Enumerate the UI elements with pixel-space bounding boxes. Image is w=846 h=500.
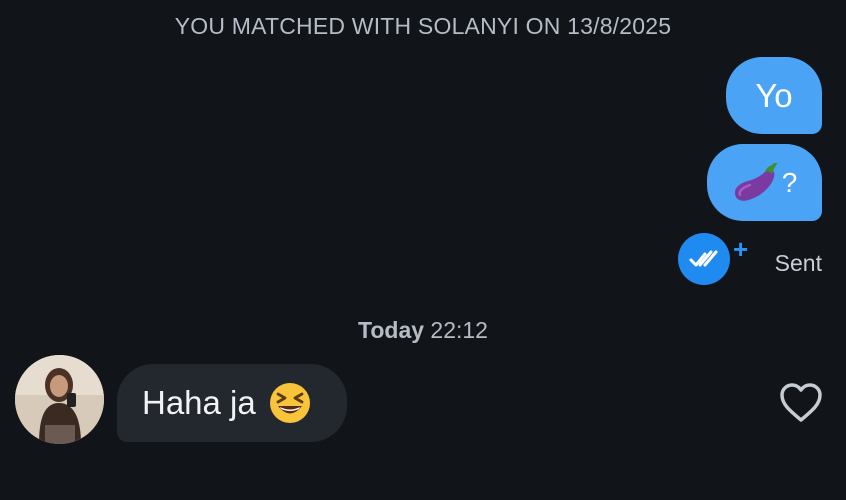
divider-time: 22:12: [430, 317, 488, 343]
avatar[interactable]: [15, 355, 104, 444]
heart-icon[interactable]: [779, 382, 823, 424]
match-banner: YOU MATCHED WITH SOLANYI ON 13/8/2025: [174, 13, 672, 39]
divider-day: Today: [358, 317, 425, 343]
time-divider: Today 22:12: [0, 317, 846, 344]
double-check-icon: [678, 233, 730, 285]
grinning-squinting-face-icon: [269, 383, 310, 423]
chat-screen: YOU MATCHED WITH SOLANYI ON 13/8/2025 Yo…: [0, 0, 846, 500]
plus-icon[interactable]: +: [733, 236, 748, 262]
eggplant-icon: [734, 162, 778, 201]
message-text: Yo: [755, 76, 793, 114]
outgoing-message-yo[interactable]: Yo: [726, 57, 822, 134]
message-text: ?: [781, 166, 798, 198]
incoming-message[interactable]: Haha ja: [117, 364, 347, 442]
sent-status-label: Sent: [774, 250, 822, 276]
avatar-photo: [15, 355, 104, 444]
message-text: Haha ja: [142, 384, 256, 421]
outgoing-message-eggplant[interactable]: ?: [707, 144, 822, 221]
